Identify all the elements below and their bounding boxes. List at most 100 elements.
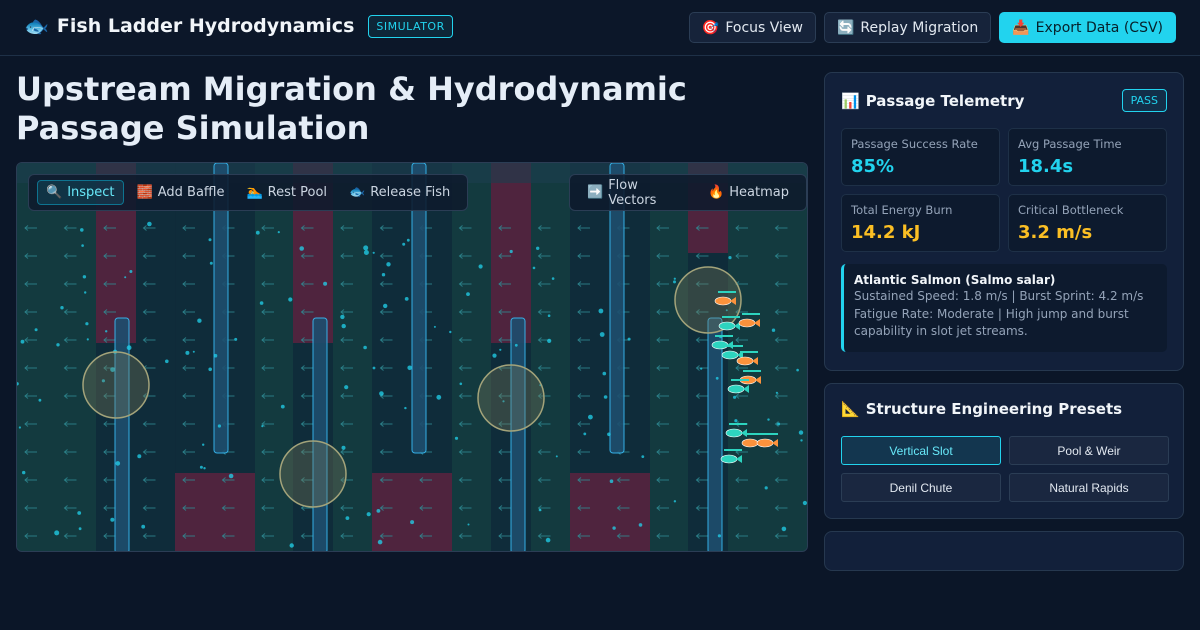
flow-particle xyxy=(56,343,60,347)
toggle-label: Flow Vectors xyxy=(608,177,657,208)
flow-particle xyxy=(105,330,108,333)
flow-particle xyxy=(551,277,555,280)
telemetry-title-text: Passage Telemetry xyxy=(865,91,1025,110)
overlay-toggles: ➡️ Flow Vectors 🔥 Heatmap xyxy=(569,174,807,211)
flow-particle xyxy=(345,516,350,520)
tool-rest-pool[interactable]: 🏊 Rest Pool xyxy=(237,180,336,205)
stat-bottleneck: Critical Bottleneck 3.2 m/s xyxy=(1008,194,1167,252)
flow-particle xyxy=(545,537,551,543)
flow-particle xyxy=(673,500,677,503)
tool-label: Release Fish xyxy=(370,185,451,200)
top-bar: 🐟 Fish Ladder Hydrodynamics SIMULATOR 🎯 … xyxy=(0,0,1200,56)
flow-particle xyxy=(777,422,781,426)
arrow-right-icon: ➡️ xyxy=(587,185,604,200)
flow-particle xyxy=(700,367,703,370)
high-velocity-zone xyxy=(372,473,452,551)
brick-icon: 🧱 xyxy=(136,185,153,200)
fish-body xyxy=(756,438,774,448)
flow-particle xyxy=(344,385,349,390)
flow-particle xyxy=(377,539,383,545)
export-csv-label: Export Data (CSV) xyxy=(1035,19,1163,36)
flow-particle xyxy=(547,338,552,343)
flow-particle xyxy=(289,543,294,548)
flow-particle xyxy=(598,308,604,314)
flow-particle xyxy=(728,256,732,260)
tool-add-baffle[interactable]: 🧱 Add Baffle xyxy=(128,180,234,205)
flow-particle xyxy=(802,500,807,506)
flow-field-svg[interactable] xyxy=(17,163,808,552)
stat-label: Passage Success Rate xyxy=(851,137,978,151)
flow-particle xyxy=(733,395,737,399)
flow-particle xyxy=(372,251,375,254)
preset-vertical-slot[interactable]: Vertical Slot xyxy=(841,436,1001,465)
tool-release-fish[interactable]: 🐟 Release Fish xyxy=(340,180,459,205)
flow-particle xyxy=(341,323,346,329)
focus-view-button[interactable]: 🎯 Focus View xyxy=(688,12,816,43)
flow-particle xyxy=(717,534,722,538)
magnifier-icon: 🔍 xyxy=(46,185,63,200)
flow-particle xyxy=(22,470,26,475)
flow-particle xyxy=(673,280,676,284)
telemetry-header: 📊 Passage Telemetry PASS xyxy=(841,89,1167,112)
stat-value: 18.4s xyxy=(1018,156,1074,177)
replay-migration-label: Replay Migration xyxy=(860,19,979,36)
flow-particle xyxy=(234,337,238,341)
flow-particle xyxy=(363,245,369,251)
telemetry-panel: 📊 Passage Telemetry PASS Passage Success… xyxy=(824,72,1184,371)
stat-label: Critical Bottleneck xyxy=(1018,203,1124,217)
tool-palette: 🔍 Inspect 🧱 Add Baffle 🏊 Rest Pool 🐟 Rel… xyxy=(28,174,469,211)
flow-particle xyxy=(673,277,676,280)
simulation-canvas[interactable]: 🔍 Inspect 🧱 Add Baffle 🏊 Rest Pool 🐟 Rel… xyxy=(16,162,808,552)
flow-particle xyxy=(185,350,190,355)
fish-body xyxy=(725,428,743,438)
flow-particle xyxy=(288,297,293,302)
flow-particle xyxy=(124,276,127,279)
flow-particle xyxy=(228,473,234,479)
toggle-heatmap[interactable]: 🔥 Heatmap xyxy=(699,180,798,205)
flow-particle xyxy=(38,398,42,402)
flow-particle xyxy=(796,368,799,372)
flow-particle xyxy=(734,419,738,423)
tool-label: Add Baffle xyxy=(157,185,225,200)
replay-migration-button[interactable]: 🔄 Replay Migration xyxy=(823,12,992,43)
stat-value: 3.2 m/s xyxy=(1018,222,1093,243)
fish-body xyxy=(720,454,738,464)
flow-particle xyxy=(532,266,536,270)
flow-particle xyxy=(84,291,87,294)
preset-denil-chute[interactable]: Denil Chute xyxy=(841,473,1001,502)
flow-particle xyxy=(280,404,285,409)
species-speed: Sustained Speed: 1.8 m/s | Burst Sprint:… xyxy=(854,289,1144,303)
flow-particle xyxy=(126,345,132,351)
flow-particle xyxy=(340,314,345,320)
flow-particle xyxy=(499,348,502,351)
flow-particle xyxy=(54,530,60,536)
flow-particle xyxy=(602,371,607,376)
flow-particle xyxy=(767,418,770,421)
flow-particle xyxy=(81,244,84,247)
telemetry-title: 📊 Passage Telemetry xyxy=(841,92,1024,110)
flow-particle xyxy=(259,301,264,305)
preset-natural-rapids[interactable]: Natural Rapids xyxy=(1009,473,1169,502)
flow-particle xyxy=(386,262,391,267)
toggle-flow-vectors[interactable]: ➡️ Flow Vectors xyxy=(578,177,695,208)
tool-inspect[interactable]: 🔍 Inspect xyxy=(37,180,124,205)
flow-particle xyxy=(509,249,513,254)
high-velocity-zone xyxy=(570,473,650,551)
flow-particle xyxy=(492,353,497,358)
flow-particle xyxy=(86,338,89,341)
export-csv-button[interactable]: 📥 Export Data (CSV) xyxy=(999,12,1176,43)
baffle-wall xyxy=(707,317,723,551)
rest-pool xyxy=(279,440,347,508)
flow-particle xyxy=(209,261,213,265)
flow-particle xyxy=(406,238,410,242)
fish-body xyxy=(736,356,754,366)
swimmer-icon: 🏊 xyxy=(246,185,263,200)
status-badge: PASS xyxy=(1121,89,1167,112)
flow-particle xyxy=(261,425,264,428)
flow-particle xyxy=(141,524,146,529)
simulator-badge: SIMULATOR xyxy=(368,14,453,38)
flow-particle xyxy=(323,281,328,286)
fish-body xyxy=(721,350,739,360)
preset-pool-weir[interactable]: Pool & Weir xyxy=(1009,436,1169,465)
bar-chart-icon: 📊 xyxy=(841,91,860,110)
